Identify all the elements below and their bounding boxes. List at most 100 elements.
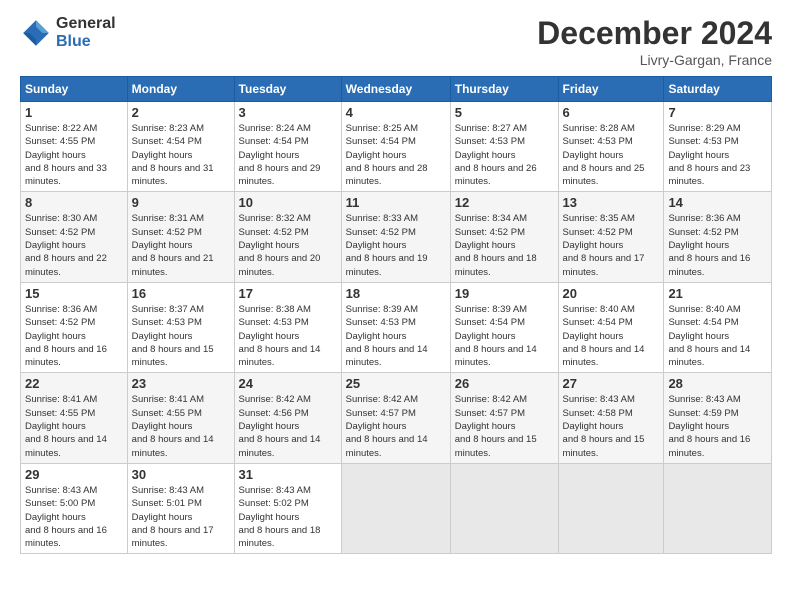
table-row: 30 Sunrise: 8:43 AMSunset: 5:01 PMDaylig…: [127, 463, 234, 553]
day-number: 22: [25, 376, 123, 391]
day-info: Sunrise: 8:29 AMSunset: 4:53 PMDaylight …: [668, 123, 750, 187]
day-number: 28: [668, 376, 767, 391]
day-number: 19: [455, 286, 554, 301]
day-info: Sunrise: 8:28 AMSunset: 4:53 PMDaylight …: [563, 123, 645, 187]
day-number: 11: [346, 195, 446, 210]
day-number: 31: [239, 467, 337, 482]
calendar-week-4: 22 Sunrise: 8:41 AMSunset: 4:55 PMDaylig…: [21, 373, 772, 463]
table-row: 21 Sunrise: 8:40 AMSunset: 4:54 PMDaylig…: [664, 282, 772, 372]
day-number: 3: [239, 105, 337, 120]
day-number: 17: [239, 286, 337, 301]
table-row: 5 Sunrise: 8:27 AMSunset: 4:53 PMDayligh…: [450, 102, 558, 192]
day-info: Sunrise: 8:41 AMSunset: 4:55 PMDaylight …: [132, 394, 214, 458]
day-info: Sunrise: 8:24 AMSunset: 4:54 PMDaylight …: [239, 123, 321, 187]
day-number: 7: [668, 105, 767, 120]
table-row: 16 Sunrise: 8:37 AMSunset: 4:53 PMDaylig…: [127, 282, 234, 372]
table-row: 1 Sunrise: 8:22 AMSunset: 4:55 PMDayligh…: [21, 102, 128, 192]
day-info: Sunrise: 8:40 AMSunset: 4:54 PMDaylight …: [668, 304, 750, 368]
month-title: December 2024: [537, 15, 772, 52]
day-number: 6: [563, 105, 660, 120]
table-row: 17 Sunrise: 8:38 AMSunset: 4:53 PMDaylig…: [234, 282, 341, 372]
header: General Blue December 2024 Livry-Gargan,…: [20, 15, 772, 68]
day-info: Sunrise: 8:31 AMSunset: 4:52 PMDaylight …: [132, 213, 214, 277]
day-number: 20: [563, 286, 660, 301]
table-row: 12 Sunrise: 8:34 AMSunset: 4:52 PMDaylig…: [450, 192, 558, 282]
day-info: Sunrise: 8:33 AMSunset: 4:52 PMDaylight …: [346, 213, 428, 277]
table-row: 29 Sunrise: 8:43 AMSunset: 5:00 PMDaylig…: [21, 463, 128, 553]
table-row: 15 Sunrise: 8:36 AMSunset: 4:52 PMDaylig…: [21, 282, 128, 372]
table-row: [341, 463, 450, 553]
table-row: 11 Sunrise: 8:33 AMSunset: 4:52 PMDaylig…: [341, 192, 450, 282]
table-row: 13 Sunrise: 8:35 AMSunset: 4:52 PMDaylig…: [558, 192, 664, 282]
calendar-week-5: 29 Sunrise: 8:43 AMSunset: 5:00 PMDaylig…: [21, 463, 772, 553]
day-number: 1: [25, 105, 123, 120]
day-number: 9: [132, 195, 230, 210]
day-number: 30: [132, 467, 230, 482]
day-info: Sunrise: 8:39 AMSunset: 4:53 PMDaylight …: [346, 304, 428, 368]
day-info: Sunrise: 8:22 AMSunset: 4:55 PMDaylight …: [25, 123, 107, 187]
col-thursday: Thursday: [450, 77, 558, 102]
day-number: 13: [563, 195, 660, 210]
day-number: 10: [239, 195, 337, 210]
day-info: Sunrise: 8:36 AMSunset: 4:52 PMDaylight …: [668, 213, 750, 277]
calendar-week-2: 8 Sunrise: 8:30 AMSunset: 4:52 PMDayligh…: [21, 192, 772, 282]
day-info: Sunrise: 8:43 AMSunset: 4:58 PMDaylight …: [563, 394, 645, 458]
table-row: 2 Sunrise: 8:23 AMSunset: 4:54 PMDayligh…: [127, 102, 234, 192]
calendar-week-3: 15 Sunrise: 8:36 AMSunset: 4:52 PMDaylig…: [21, 282, 772, 372]
table-row: 7 Sunrise: 8:29 AMSunset: 4:53 PMDayligh…: [664, 102, 772, 192]
table-row: 20 Sunrise: 8:40 AMSunset: 4:54 PMDaylig…: [558, 282, 664, 372]
table-row: 9 Sunrise: 8:31 AMSunset: 4:52 PMDayligh…: [127, 192, 234, 282]
day-number: 5: [455, 105, 554, 120]
table-row: 24 Sunrise: 8:42 AMSunset: 4:56 PMDaylig…: [234, 373, 341, 463]
day-number: 29: [25, 467, 123, 482]
day-info: Sunrise: 8:23 AMSunset: 4:54 PMDaylight …: [132, 123, 214, 187]
day-info: Sunrise: 8:43 AMSunset: 5:02 PMDaylight …: [239, 485, 321, 549]
day-number: 4: [346, 105, 446, 120]
page: General Blue December 2024 Livry-Gargan,…: [0, 0, 792, 612]
table-row: 23 Sunrise: 8:41 AMSunset: 4:55 PMDaylig…: [127, 373, 234, 463]
table-row: 19 Sunrise: 8:39 AMSunset: 4:54 PMDaylig…: [450, 282, 558, 372]
day-info: Sunrise: 8:35 AMSunset: 4:52 PMDaylight …: [563, 213, 645, 277]
table-row: 28 Sunrise: 8:43 AMSunset: 4:59 PMDaylig…: [664, 373, 772, 463]
table-row: 14 Sunrise: 8:36 AMSunset: 4:52 PMDaylig…: [664, 192, 772, 282]
col-monday: Monday: [127, 77, 234, 102]
table-row: 8 Sunrise: 8:30 AMSunset: 4:52 PMDayligh…: [21, 192, 128, 282]
day-number: 15: [25, 286, 123, 301]
col-tuesday: Tuesday: [234, 77, 341, 102]
day-info: Sunrise: 8:39 AMSunset: 4:54 PMDaylight …: [455, 304, 537, 368]
day-number: 8: [25, 195, 123, 210]
table-row: 22 Sunrise: 8:41 AMSunset: 4:55 PMDaylig…: [21, 373, 128, 463]
col-sunday: Sunday: [21, 77, 128, 102]
table-row: [664, 463, 772, 553]
day-number: 25: [346, 376, 446, 391]
day-number: 24: [239, 376, 337, 391]
day-info: Sunrise: 8:42 AMSunset: 4:57 PMDaylight …: [455, 394, 537, 458]
calendar-table: Sunday Monday Tuesday Wednesday Thursday…: [20, 76, 772, 554]
table-row: 10 Sunrise: 8:32 AMSunset: 4:52 PMDaylig…: [234, 192, 341, 282]
table-row: 3 Sunrise: 8:24 AMSunset: 4:54 PMDayligh…: [234, 102, 341, 192]
day-number: 26: [455, 376, 554, 391]
day-info: Sunrise: 8:40 AMSunset: 4:54 PMDaylight …: [563, 304, 645, 368]
day-number: 27: [563, 376, 660, 391]
day-info: Sunrise: 8:36 AMSunset: 4:52 PMDaylight …: [25, 304, 107, 368]
title-section: December 2024 Livry-Gargan, France: [537, 15, 772, 68]
table-row: 26 Sunrise: 8:42 AMSunset: 4:57 PMDaylig…: [450, 373, 558, 463]
day-info: Sunrise: 8:32 AMSunset: 4:52 PMDaylight …: [239, 213, 321, 277]
day-info: Sunrise: 8:37 AMSunset: 4:53 PMDaylight …: [132, 304, 214, 368]
table-row: 6 Sunrise: 8:28 AMSunset: 4:53 PMDayligh…: [558, 102, 664, 192]
day-number: 21: [668, 286, 767, 301]
day-info: Sunrise: 8:30 AMSunset: 4:52 PMDaylight …: [25, 213, 107, 277]
calendar-header-row: Sunday Monday Tuesday Wednesday Thursday…: [21, 77, 772, 102]
logo-icon: [20, 17, 52, 49]
logo-general-text: General: [56, 15, 116, 33]
day-info: Sunrise: 8:43 AMSunset: 5:01 PMDaylight …: [132, 485, 214, 549]
col-saturday: Saturday: [664, 77, 772, 102]
day-number: 12: [455, 195, 554, 210]
day-info: Sunrise: 8:27 AMSunset: 4:53 PMDaylight …: [455, 123, 537, 187]
day-info: Sunrise: 8:42 AMSunset: 4:56 PMDaylight …: [239, 394, 321, 458]
day-info: Sunrise: 8:41 AMSunset: 4:55 PMDaylight …: [25, 394, 107, 458]
logo-blue-text: Blue: [56, 33, 116, 51]
day-number: 16: [132, 286, 230, 301]
day-info: Sunrise: 8:43 AMSunset: 5:00 PMDaylight …: [25, 485, 107, 549]
calendar-week-1: 1 Sunrise: 8:22 AMSunset: 4:55 PMDayligh…: [21, 102, 772, 192]
